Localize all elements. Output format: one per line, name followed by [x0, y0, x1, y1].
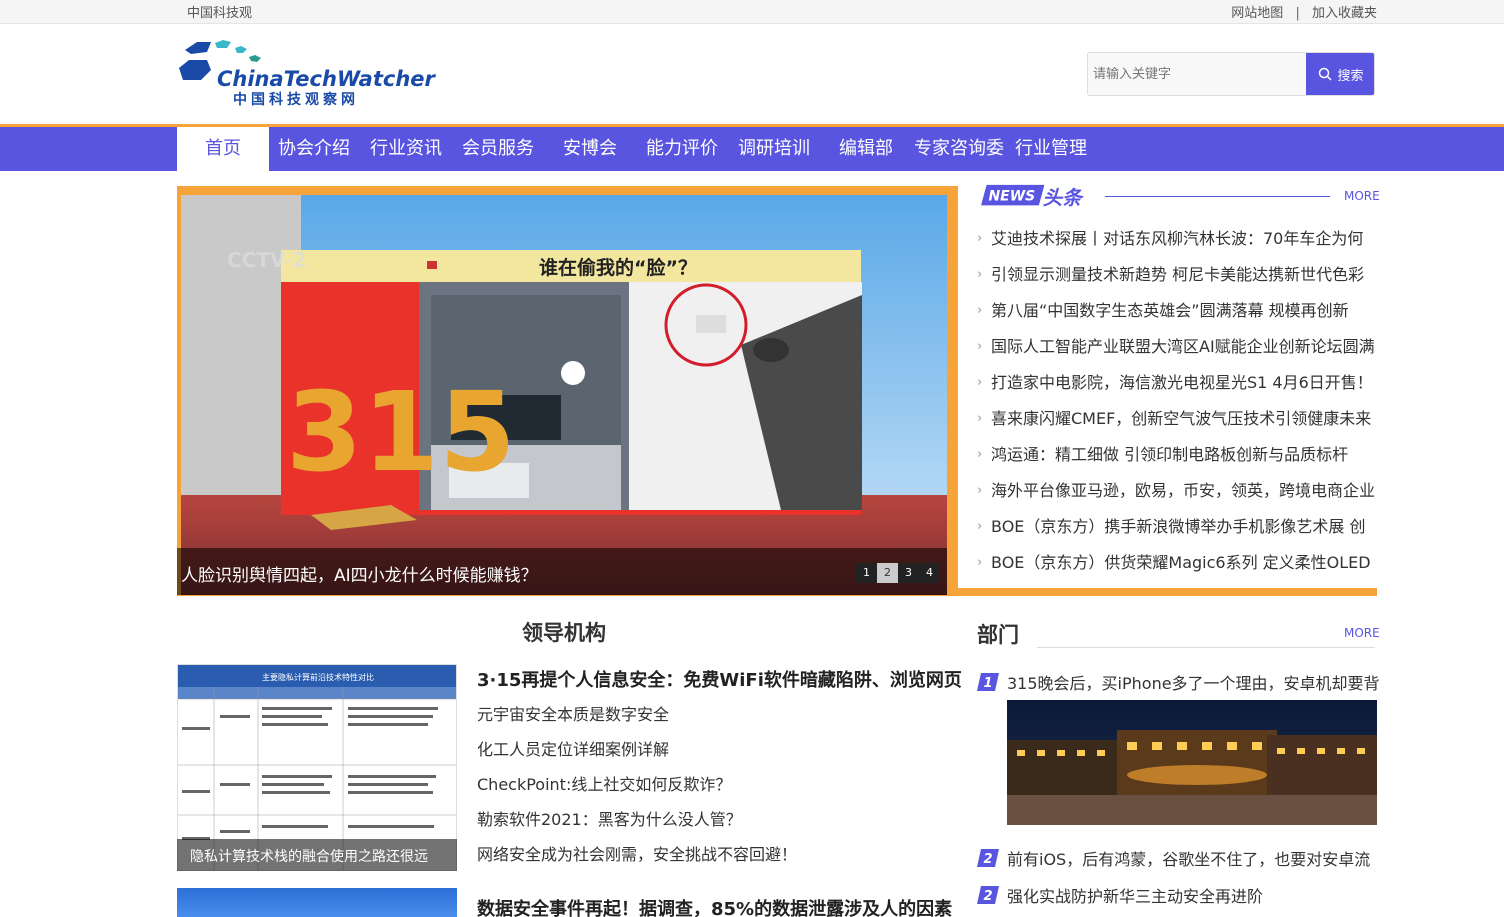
news-item[interactable]: › 打造家中电影院，海信激光电视星光S1 4月6日开售！	[977, 366, 1377, 402]
sitemap-link[interactable]: 网站地图	[1231, 2, 1283, 21]
top-links: 网站地图 | 加入收藏夹	[1231, 2, 1377, 21]
dept-image[interactable]	[1007, 700, 1377, 825]
news-item[interactable]: › 第八届“中国数字生态英雄会”圆满落幕 规模再创新	[977, 294, 1377, 330]
search-input[interactable]	[1088, 53, 1306, 95]
search-button-label: 搜索	[1337, 68, 1364, 84]
slider-caption[interactable]: 人脸识别舆情四起，AI四小龙什么时候能赚钱？	[181, 561, 538, 586]
number-badge-icon: 1	[977, 673, 999, 691]
badge-number: 2	[983, 852, 992, 867]
nav-item-research[interactable]: 调研培训	[732, 127, 816, 171]
dept-divider	[1037, 647, 1375, 648]
list-item[interactable]: 网络安全成为社会刚需，安全挑战不容回避！	[477, 838, 797, 873]
news-logo-en: NEWS	[988, 189, 1035, 205]
nav-item-about[interactable]: 协会介绍	[272, 127, 356, 171]
news-item[interactable]: › 鸿运通：精工细做 引领印制电路板创新与品质标杆	[977, 438, 1377, 474]
leadership-thumb-caption[interactable]: 隐私计算技术栈的融合使用之路还很远	[190, 846, 428, 866]
top-links-separator: |	[1295, 6, 1300, 21]
dept-more-link[interactable]: MORE	[1344, 626, 1380, 640]
search-box: 搜索	[1087, 52, 1375, 96]
dept-item-title: 315晚会后，买iPhone多了一个理由，安卓机却要背	[1007, 674, 1380, 693]
news-divider	[1105, 196, 1330, 197]
main-nav: 首页 协会介绍 行业资讯 会员服务 安博会 能力评价 调研培训 编辑部 专家咨询…	[0, 124, 1504, 171]
list-item[interactable]: 元宇宙安全本质是数字安全	[477, 698, 797, 733]
news-logo-cn: 头条	[1043, 186, 1085, 209]
search-icon	[1319, 67, 1333, 81]
leadership-title: 领导机构	[522, 621, 606, 645]
dept-item-title: 强化实战防护新华三主动安全再进阶	[1007, 887, 1264, 906]
nav-item-industry-news[interactable]: 行业资讯	[364, 127, 448, 171]
news-item-title: 打造家中电影院，海信激光电视星光S1 4月6日开售！	[991, 373, 1373, 392]
dept-item[interactable]: 2 前有iOS，后有鸿蒙，谷歌坐不住了，也要对安卓流	[977, 846, 1370, 870]
slider-pagination: 1 2 3 4	[856, 563, 940, 583]
leadership-headline-2[interactable]: 数据安全事件再起！据调查，85%的数据泄露涉及人的因素	[477, 895, 952, 917]
chevron-right-icon: ›	[977, 483, 983, 498]
slider-page-3[interactable]: 3	[898, 563, 919, 583]
slider-page-1[interactable]: 1	[856, 563, 877, 583]
leadership-list: 元宇宙安全本质是数字安全 化工人员定位详细案例详解 CheckPoint:线上社…	[477, 698, 797, 873]
nav-item-experts[interactable]: 专家咨询委	[910, 127, 1008, 171]
site-logo[interactable]: ChinaTechWatcher 中国科技观察网	[177, 40, 457, 110]
news-item-title: 第八届“中国数字生态英雄会”圆满落幕 规模再创新	[991, 301, 1349, 320]
nav-item-member-service[interactable]: 会员服务	[456, 127, 540, 171]
dept-item[interactable]: 2 强化实战防护新华三主动安全再进阶	[977, 883, 1263, 907]
news-item-title: BOE（京东方）携手新浪微博举办手机影像艺术展 创	[991, 517, 1366, 536]
news-item[interactable]: › BOE（京东方）携手新浪微博举办手机影像艺术展 创	[977, 510, 1377, 546]
list-item[interactable]: CheckPoint:线上社交如何反欺诈？	[477, 768, 797, 803]
news-headline-logo: NEWS 头条	[981, 184, 1085, 209]
chevron-right-icon: ›	[977, 411, 983, 426]
slide-banner-text: 谁在偷我的“脸”？	[539, 256, 697, 279]
dept-item[interactable]: 1 315晚会后，买iPhone多了一个理由，安卓机却要背	[977, 670, 1380, 694]
news-item[interactable]: › 艾迪技术探展丨对话东风柳汽林长波：70年车企为何	[977, 222, 1377, 258]
chevron-right-icon: ›	[977, 303, 983, 318]
search-button[interactable]: 搜索	[1306, 53, 1374, 95]
nav-item-home[interactable]: 首页	[177, 127, 269, 171]
chevron-right-icon: ›	[977, 519, 983, 534]
chevron-right-icon: ›	[977, 231, 983, 246]
leadership-headline[interactable]: 3·15再提个人信息安全：免费WiFi软件暗藏陷阱、浏览网页	[477, 666, 962, 692]
dept-item-title: 前有iOS，后有鸿蒙，谷歌坐不住了，也要对安卓流	[1007, 850, 1371, 869]
nav-item-capability[interactable]: 能力评价	[640, 127, 724, 171]
news-item-title: BOE（京东方）供货荣耀Magic6系列 定义柔性OLED	[991, 553, 1371, 572]
news-item-title: 引领显示测量技术新趋势 柯尼卡美能达携新世代色彩	[991, 265, 1365, 284]
news-item-title: 艾迪技术探展丨对话东风柳汽林长波：70年车企为何	[991, 229, 1364, 248]
number-badge-icon: 2	[977, 849, 999, 867]
slide-315-text: 315	[286, 368, 516, 496]
news-item[interactable]: › 海外平台像亚马逊，欧易，币安，领英，跨境电商企业	[977, 474, 1377, 510]
chevron-right-icon: ›	[977, 447, 983, 462]
chevron-right-icon: ›	[977, 555, 983, 570]
list-item[interactable]: 化工人员定位详细案例详解	[477, 733, 797, 768]
thumb-table-title: 主要隐私计算前沿技术特性对比	[262, 672, 374, 682]
nav-item-expo[interactable]: 安博会	[554, 127, 626, 171]
logo-text-en: ChinaTechWatcher	[217, 67, 437, 91]
news-item[interactable]: › 国际人工智能产业联盟大湾区AI赋能企业创新论坛圆满	[977, 330, 1377, 366]
chevron-right-icon: ›	[977, 375, 983, 390]
news-item[interactable]: › 喜来康闪耀CMEF，创新空气波气压技术引领健康未来	[977, 402, 1377, 438]
nav-item-industry-mgmt[interactable]: 行业管理	[1012, 127, 1090, 171]
news-item-title: 国际人工智能产业联盟大湾区AI赋能企业创新论坛圆满	[991, 337, 1375, 356]
news-item-title: 海外平台像亚马逊，欧易，币安，领英，跨境电商企业	[991, 481, 1376, 500]
top-bar: 中国科技观 网站地图 | 加入收藏夹	[0, 0, 1504, 24]
chevron-right-icon: ›	[977, 339, 983, 354]
news-more-link[interactable]: MORE	[1344, 189, 1380, 203]
logo-text-cn: 中国科技观察网	[233, 91, 359, 108]
badge-number: 2	[983, 889, 992, 904]
dept-title: 部门	[977, 623, 1019, 647]
slider-image[interactable]: 谁在偷我的“脸”？ CCTV-2 315	[181, 195, 947, 595]
badge-number: 1	[983, 676, 992, 691]
leadership-thumbnail-2[interactable]	[177, 888, 457, 917]
news-item-title: 鸿运通：精工细做 引领印制电路板创新与品质标杆	[991, 445, 1349, 464]
slider-page-4[interactable]: 4	[919, 563, 940, 583]
site-name[interactable]: 中国科技观	[187, 2, 252, 21]
news-item-title: 喜来康闪耀CMEF，创新空气波气压技术引领健康未来	[991, 409, 1372, 428]
chevron-right-icon: ›	[977, 267, 983, 282]
nav-item-editorial[interactable]: 编辑部	[832, 127, 900, 171]
news-list: › 艾迪技术探展丨对话东风柳汽林长波：70年车企为何 › 引领显示测量技术新趋势 柯…	[977, 222, 1377, 582]
list-item[interactable]: 勒索软件2021：黑客为什么没人管？	[477, 803, 797, 838]
add-favorite-link[interactable]: 加入收藏夹	[1312, 2, 1377, 21]
slide-channel-text: CCTV-2	[227, 248, 306, 272]
news-item[interactable]: › 引领显示测量技术新趋势 柯尼卡美能达携新世代色彩	[977, 258, 1377, 294]
news-item[interactable]: › BOE（京东方）供货荣耀Magic6系列 定义柔性OLED	[977, 546, 1377, 582]
number-badge-icon: 2	[977, 886, 999, 904]
slider-page-2[interactable]: 2	[877, 563, 898, 583]
